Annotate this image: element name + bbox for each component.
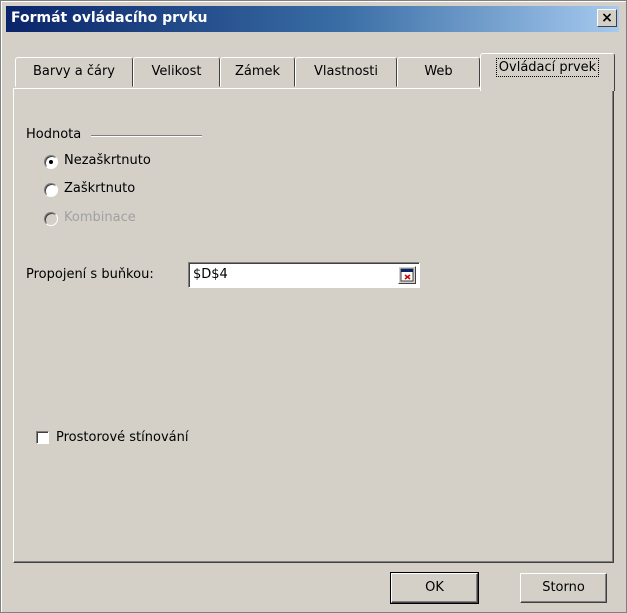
tab-strip: Barvy a čáry Velikost Zámek Vlastnosti W… [15,53,615,91]
tab-label: Web [424,64,453,79]
value-group-title: Hodnota [26,127,82,142]
title-bar[interactable]: Formát ovládacího prvku × [6,6,619,32]
tab-protection[interactable]: Zámek [220,57,295,87]
radio-selected-dot [49,160,53,164]
cell-link-value: $D$4 [193,267,228,282]
radio-button[interactable] [44,183,58,197]
tab-label: Ovládací prvek [495,58,600,77]
close-button[interactable]: × [597,9,617,27]
close-icon: × [601,10,613,26]
group-divider [91,135,202,137]
cancel-button[interactable]: Storno [520,573,607,603]
tab-properties[interactable]: Vlastnosti [295,57,397,87]
radio-label-unchecked: Nezaškrtnuto [64,153,151,168]
tab-colors-lines[interactable]: Barvy a čáry [15,57,133,87]
tab-web[interactable]: Web [397,57,480,87]
tab-label: Velikost [151,64,202,79]
cancel-label: Storno [542,580,585,595]
radio-button-disabled [44,212,58,226]
tab-label: Zámek [234,64,281,79]
radio-label-checked: Zaškrtnuto [64,181,136,196]
radio-label-mixed: Kombinace [64,210,136,225]
radio-button[interactable] [44,155,58,169]
cell-link-label: Propojení s buňkou: [26,267,154,282]
format-control-dialog: Formát ovládacího prvku × Barvy a čáry V… [0,0,627,613]
shading-label: Prostorové stínování [56,430,189,445]
collapse-dialog-icon [400,268,414,282]
tab-control[interactable]: Ovládací prvek [480,53,615,91]
control-tab-panel: Hodnota Nezaškrtnuto Zaškrtnuto Kombinac… [13,88,614,563]
ok-label: OK [425,580,444,595]
tab-size[interactable]: Velikost [133,57,220,87]
ok-button[interactable]: OK [390,572,479,604]
shading-checkbox[interactable] [36,431,49,444]
tab-label: Vlastnosti [313,64,379,79]
range-select-button[interactable] [398,266,416,284]
tab-label: Barvy a čáry [33,64,115,79]
cell-link-input[interactable]: $D$4 [188,262,420,288]
dialog-title: Formát ovládacího prvku [11,10,208,26]
